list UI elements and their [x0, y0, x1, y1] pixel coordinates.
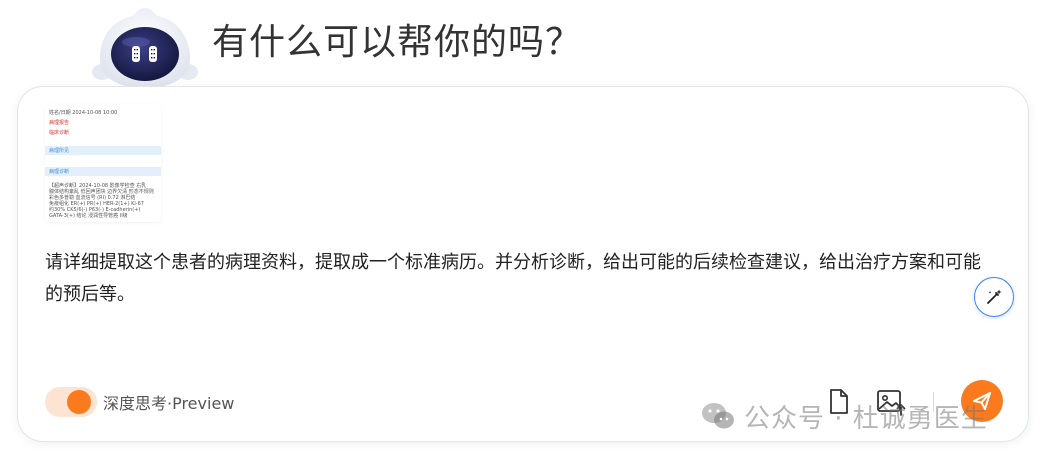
toolbar-divider	[933, 392, 934, 412]
chat-home: 有什么可以帮你的吗？ 姓名/日期 2024-10-08 10:00 病理报告 临…	[0, 0, 1042, 459]
upload-image-button[interactable]	[874, 385, 908, 419]
doc-band: 病理所见	[45, 146, 161, 155]
doc-band: 病理诊断	[45, 167, 161, 176]
file-upload-icon	[830, 389, 848, 414]
composer-card: 姓名/日期 2024-10-08 10:00 病理报告 临床诊断 病理所见 病理…	[17, 86, 1029, 442]
send-button[interactable]	[961, 380, 1003, 422]
doc-line: 临床诊断	[49, 130, 70, 136]
prompt-input[interactable]: 请详细提取这个患者的病理资料，提取成一个标准病历。并分析诊断，给出可能的后续检查…	[45, 247, 995, 311]
doc-line: 病理报告	[49, 120, 70, 126]
toggle-knob	[67, 390, 91, 414]
robot-mascot-icon	[92, 6, 198, 90]
deep-thinking-toggle[interactable]: 深度思考·Preview	[45, 385, 234, 419]
send-icon	[973, 392, 991, 410]
doc-line: GATA-3(+) 结论 浸润性导管癌 II级	[49, 213, 128, 219]
doc-line: 姓名/日期 2024-10-08 10:00	[49, 110, 118, 116]
doc-band-label: 病理所见	[49, 148, 70, 154]
image-upload-icon	[877, 390, 906, 416]
doc-line: ...	[49, 219, 54, 222]
doc-band-label: 病理诊断	[49, 169, 70, 175]
toggle-label: 深度思考·Preview	[103, 394, 235, 413]
page-title: 有什么可以帮你的吗？	[212, 22, 583, 63]
optimize-prompt-button[interactable]	[974, 277, 1014, 317]
upload-file-button[interactable]	[822, 385, 856, 419]
magic-wand-icon	[987, 289, 1002, 304]
attachment-thumbnail[interactable]: 姓名/日期 2024-10-08 10:00 病理报告 临床诊断 病理所见 病理…	[45, 104, 161, 222]
toggle-switch[interactable]	[45, 387, 97, 417]
